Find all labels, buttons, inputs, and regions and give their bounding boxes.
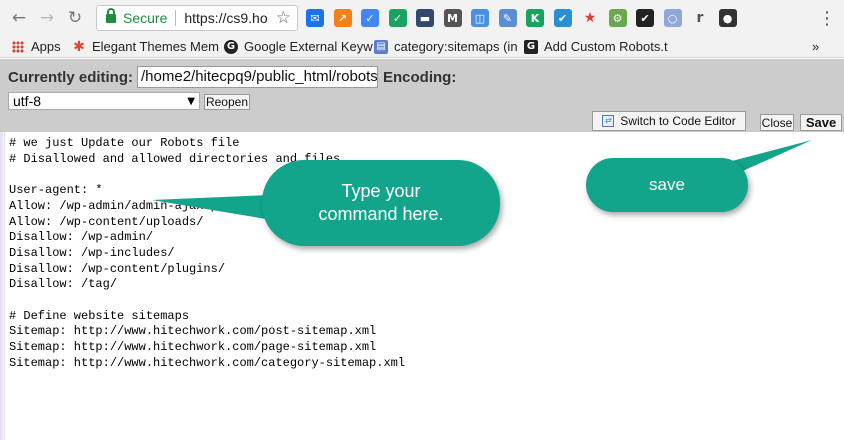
window-edge xyxy=(0,132,3,440)
type-bubble-pointer xyxy=(152,195,272,220)
screenshot: ← → ↻ Secure https://cs9.ho ☆ ✉ ↗ ✓ ✓ ▬ M ◫ ✎ K ✔… xyxy=(0,0,844,440)
save-callout-text: save xyxy=(649,175,685,194)
type-command-callout: Type your command here. xyxy=(262,160,500,246)
type-command-text: Type your command here. xyxy=(318,181,444,224)
save-callout: save xyxy=(586,158,748,212)
